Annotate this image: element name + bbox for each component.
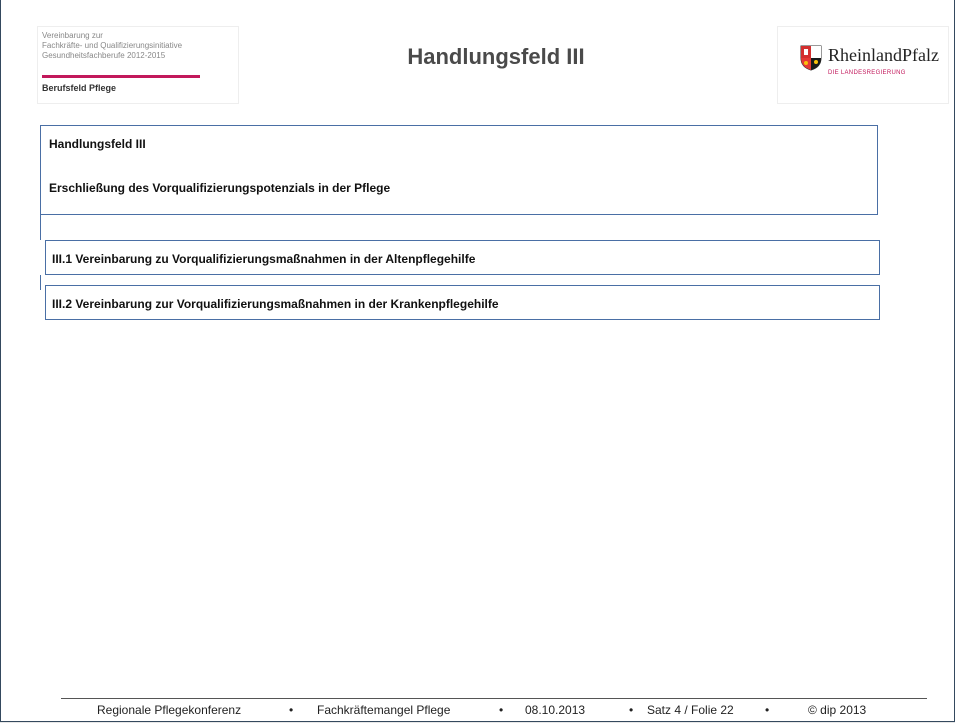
footer-slide-number: Satz 4 / Folie 22 <box>647 703 734 717</box>
crest-icon <box>800 45 822 71</box>
state-logo: RheinlandPfalz DIE LANDESREGIERUNG <box>777 26 949 104</box>
footer-separator: • <box>499 703 504 717</box>
logo-line-3: Gesundheitsfachberufe 2012-2015 <box>42 51 166 60</box>
list-item: III.2 Vereinbarung zur Vorqualifizierung… <box>45 285 880 320</box>
footer-event: Regionale Pflegekonferenz <box>97 703 242 717</box>
initiative-logo: Vereinbarung zur Fachkräfte- und Qualifi… <box>37 26 239 104</box>
page-title: Handlungsfeld III <box>407 44 585 69</box>
connector-line <box>40 215 41 240</box>
footer-separator: • <box>765 703 770 717</box>
brand-subtitle: DIE LANDESREGIERUNG <box>828 70 906 76</box>
logo-line-2: Fachkräfte- und Qualifizierungsinitiativ… <box>42 41 183 50</box>
brand-name: RheinlandPfalz <box>828 45 939 65</box>
main-topic-box: Handlungsfeld III Erschließung des Vorqu… <box>40 125 878 215</box>
list-item: III.1 Vereinbarung zu Vorqualifizierungs… <box>45 240 880 275</box>
footer-date: 08.10.2013 <box>525 703 586 717</box>
footer-separator: • <box>629 703 634 717</box>
logo-accent-rule <box>42 75 200 78</box>
footer-separator: • <box>289 703 294 717</box>
list-item-label: III.1 Vereinbarung zu Vorqualifizierungs… <box>52 252 476 266</box>
list-item-label: III.2 Vereinbarung zur Vorqualifizierung… <box>52 297 499 311</box>
footer-rule <box>61 698 927 699</box>
footer-copyright: © dip 2013 <box>808 703 867 717</box>
topic-subtitle: Erschließung des Vorqualifizierungspoten… <box>49 181 391 195</box>
footer: Regionale Pflegekonferenz • Fachkräftema… <box>61 703 927 719</box>
logo-subtitle: Berufsfeld Pflege <box>42 83 117 93</box>
logo-line-1: Vereinbarung zur <box>42 31 103 40</box>
connector-line <box>40 275 41 290</box>
footer-topic: Fachkräftemangel Pflege <box>317 703 451 717</box>
slide: Vereinbarung zur Fachkräfte- und Qualifi… <box>0 0 955 722</box>
topic-title: Handlungsfeld III <box>49 137 146 151</box>
